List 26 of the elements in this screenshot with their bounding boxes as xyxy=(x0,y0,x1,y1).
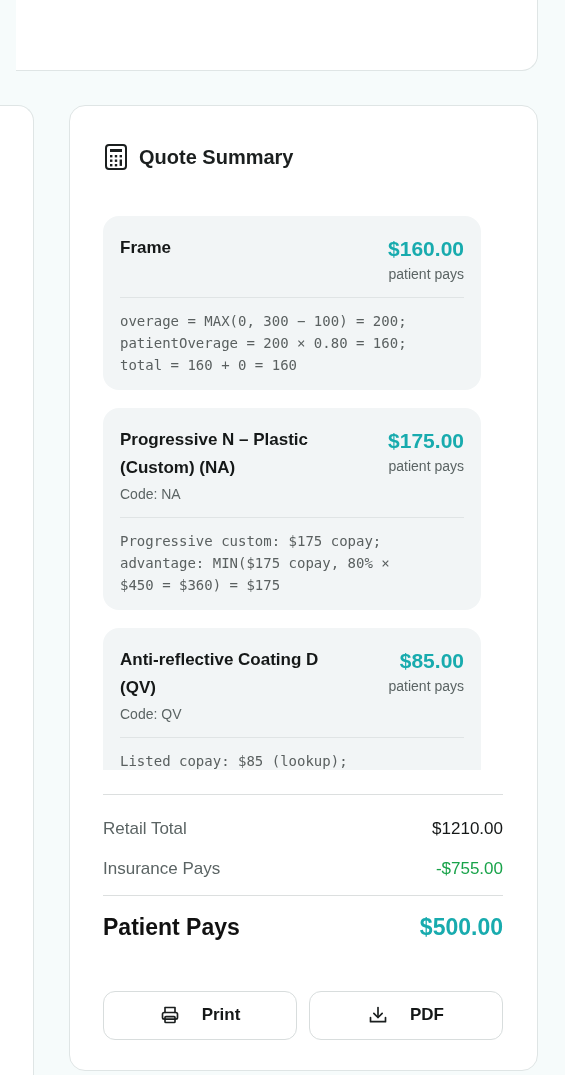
grand-total-value: $500.00 xyxy=(419,913,503,942)
calculator-icon xyxy=(105,144,127,170)
grand-total-label: Patient Pays xyxy=(103,913,240,942)
calculation-note: overage = MAX(0, 300 − 100) = 200; patientOverage = 200 × 0.80 = 160; total = 160 + 0 = 160 xyxy=(120,312,408,375)
item-code: Code: NA xyxy=(120,485,182,504)
card-title: Quote Summary xyxy=(139,145,294,170)
calculation-note: Progressive custom: $175 copay; advantage: MIN($175 copay, 80% × $450 = $360) = $175 xyxy=(120,532,391,595)
amount-caption: patient pays xyxy=(388,265,464,284)
print-button[interactable]: Print xyxy=(103,990,297,1040)
item-amount: $85.00 xyxy=(399,648,464,674)
amount-caption: patient pays xyxy=(388,457,464,476)
calculation-note: Listed copay: $85 (lookup); xyxy=(120,752,349,770)
item-amount: $160.00 xyxy=(388,236,464,262)
amount-caption: patient pays xyxy=(388,677,464,696)
download-icon xyxy=(368,1005,388,1025)
printer-icon xyxy=(159,1005,180,1025)
total-label: Retail Total xyxy=(103,818,187,841)
item-name: Progressive N – Plastic (Custom) (NA) xyxy=(120,429,310,479)
total-label: Insurance Pays xyxy=(103,858,221,881)
pdf-button[interactable]: PDF xyxy=(309,990,503,1040)
item-code: Code: QV xyxy=(120,705,183,724)
item-name: Anti-reflective Coating D (QV) xyxy=(120,649,320,699)
total-value: -$755.00 xyxy=(435,858,503,881)
total-value: $1210.00 xyxy=(432,818,503,841)
item-amount: $175.00 xyxy=(388,428,464,454)
item-name: Frame xyxy=(120,237,172,259)
